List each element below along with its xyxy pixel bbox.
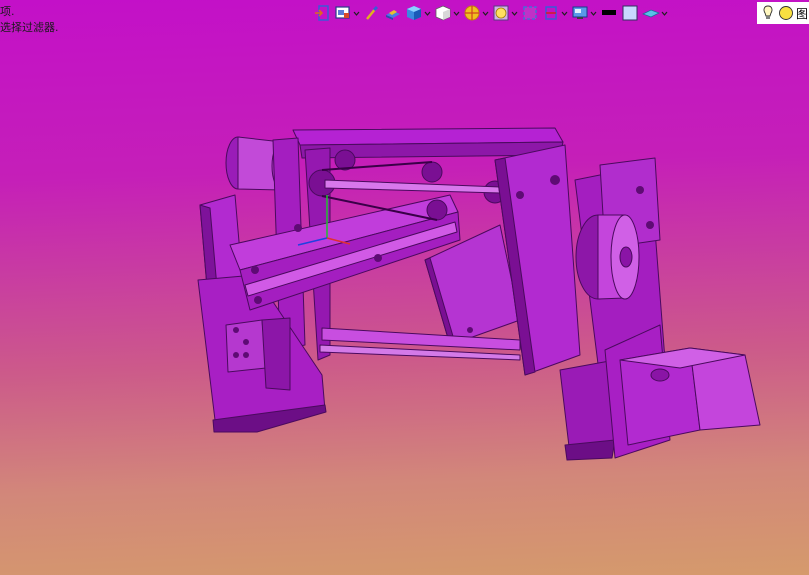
hole <box>251 266 259 274</box>
sprocket-4 <box>426 199 448 221</box>
graphics-viewport[interactable]: 项. 选择过滤器. 图 <box>0 0 809 575</box>
drive-shaft <box>324 179 501 194</box>
hole <box>550 175 560 185</box>
clamp-block-left <box>225 319 267 373</box>
cad-assembly-model[interactable] <box>0 0 809 575</box>
stepper-shaft <box>650 368 670 382</box>
hole <box>636 186 644 194</box>
pulley-hub <box>619 246 633 268</box>
hole <box>254 296 262 304</box>
clamp-block-right <box>261 317 291 391</box>
hole <box>243 352 249 358</box>
sprocket-3 <box>421 161 443 183</box>
hole <box>516 191 524 199</box>
hole <box>294 224 302 232</box>
hole <box>243 339 249 345</box>
hole <box>646 221 654 229</box>
hole <box>233 327 239 333</box>
hole <box>374 254 382 262</box>
hole <box>467 327 473 333</box>
hole <box>233 352 239 358</box>
